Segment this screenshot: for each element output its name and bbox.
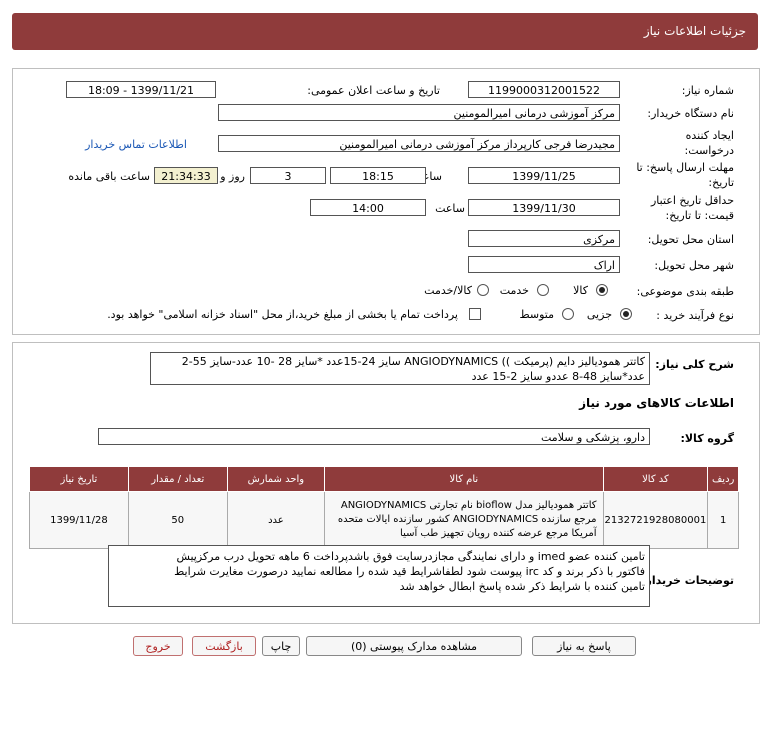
city-label: شهر محل تحویل: (654, 259, 734, 272)
price-date-field: 1399/11/30 (468, 199, 620, 216)
table-row[interactable]: 1 2132721928080001 کاتتر همودیالیز مدل b… (29, 491, 739, 549)
col-code: کد کالا (602, 466, 709, 492)
need-number-label: شماره نیاز: (681, 84, 734, 97)
price-valid-label: حداقل تاریخ اعتبار قیمت: تا تاریخ: (650, 194, 734, 222)
days-label: روز و (220, 170, 245, 183)
page-header: جزئیات اطلاعات نیاز (12, 13, 758, 50)
back-button[interactable]: بازگشت (192, 636, 256, 656)
remaining-time-field: 21:34:33 (154, 167, 218, 184)
buyer-notes-label: توضیحات خریدار: (641, 574, 734, 587)
days-field: 3 (250, 167, 326, 184)
cell-row: 1 (707, 491, 739, 549)
category-label: طبقه بندی موضوعی: (636, 285, 734, 298)
summary-label: شرح کلی نیاز: (655, 358, 734, 371)
reply-date-field: 1399/11/25 (468, 167, 620, 184)
price-time-label: ساعت (435, 202, 465, 215)
price-time-field: 14:00 (310, 199, 426, 216)
cell-name-line-1: کاتتر همودیالیز مدل bioflow نام تجارتی A… (340, 500, 597, 511)
buyer-notes-line-2: فاکتور با ذکر برند و کد irc پیوست شود لط… (174, 565, 645, 578)
cell-unit: عدد (226, 491, 326, 549)
goods-group-label: گروه کالا: (680, 432, 734, 445)
category-service-label: خدمت (499, 284, 529, 297)
col-name: نام کالا (324, 466, 604, 492)
city-field: اراک (468, 256, 620, 273)
reply-button[interactable]: پاسخ به نیاز (532, 636, 636, 656)
remaining-label: ساعت باقی مانده (68, 170, 150, 183)
contact-buyer-link[interactable]: اطلاعات تماس خریدار (85, 138, 187, 151)
buyer-org-label: نام دستگاه خریدار: (647, 107, 734, 120)
cell-code: 2132721928080001 (602, 491, 709, 549)
summary-field: کاتتر همودیالیز دایم (پرمیکت )) ANGIODYN… (150, 352, 650, 385)
items-table: ردیف کد کالا نام کالا واحد شمارش تعداد /… (29, 466, 739, 549)
print-button[interactable]: چاپ (262, 636, 300, 656)
buyer-notes-line-1: تامین کننده عضو imed و دارای نمایندگی مج… (176, 550, 645, 563)
announce-field: 1399/11/21 - 18:09 (66, 81, 216, 98)
category-goods-radio[interactable] (596, 284, 608, 296)
view-documents-button[interactable]: مشاهده مدارک پیوستی (0) (306, 636, 522, 656)
col-row: ردیف (707, 466, 739, 492)
province-field: مرکزی (468, 230, 620, 247)
col-qty: تعداد / مقدار (127, 466, 228, 492)
cell-name: کاتتر همودیالیز مدل bioflow نام تجارتی A… (324, 491, 604, 549)
cell-name-line-2: مرجع سازنده ANGIODYNAMICS کشور سازنده ای… (337, 514, 597, 525)
summary-line-2: عدد*سایز 48-8 عددو سایز 2-15 عدد (471, 370, 645, 383)
col-date: تاریخ نیاز (29, 466, 129, 492)
exit-button[interactable]: خروج (133, 636, 183, 656)
process-minor-label: جزیی (586, 308, 612, 321)
payment-note: پرداخت تمام یا بخشی از مبلغ خرید،از محل … (107, 308, 458, 321)
cell-date: 1399/11/28 (29, 491, 129, 549)
process-medium-label: متوسط (519, 308, 554, 321)
category-both-label: کالا/خدمت (424, 284, 472, 297)
buyer-notes-line-3: تامین کننده با شرایط ذکر شده پاسخ ابطال … (399, 580, 645, 593)
process-medium-radio[interactable] (562, 308, 574, 320)
buyer-notes-field: تامین کننده عضو imed و دارای نمایندگی مج… (108, 545, 650, 607)
reply-time-field: 18:15 (330, 167, 426, 184)
goods-info-title: اطلاعات کالاهای مورد نیاز (579, 396, 734, 410)
treasury-payment-checkbox[interactable] (469, 308, 481, 320)
page-title: جزئیات اطلاعات نیاز (643, 24, 746, 38)
process-minor-radio[interactable] (620, 308, 632, 320)
col-unit: واحد شمارش (226, 466, 326, 492)
announce-label: تاریخ و ساعت اعلان عمومی: (307, 84, 440, 97)
buyer-org-field: مرکز آموزشی درمانی امیرالمومنین (218, 104, 620, 121)
process-label: نوع فرآیند خرید : (656, 309, 734, 322)
table-header-row: ردیف کد کالا نام کالا واحد شمارش تعداد /… (29, 466, 739, 492)
creator-field: مجیدرضا فرجی کارپرداز مرکز آموزشی درمانی… (218, 135, 620, 152)
category-service-radio[interactable] (537, 284, 549, 296)
creator-label: ایجاد کننده درخواست: (684, 129, 734, 157)
reply-deadline-label: مهلت ارسال پاسخ: تا تاریخ: (636, 161, 734, 189)
category-goods-label: کالا (573, 284, 588, 297)
province-label: استان محل تحویل: (647, 233, 734, 246)
cell-name-line-3: آمریکا مرجع عرضه کننده رویان تجهیز طب آس… (400, 528, 597, 539)
need-number-field: 1199000312001522 (468, 81, 620, 98)
summary-line-1: کاتتر همودیالیز دایم (پرمیکت )) ANGIODYN… (181, 355, 645, 368)
cell-qty: 50 (127, 491, 228, 549)
goods-group-field: دارو، پزشکی و سلامت (98, 428, 650, 445)
category-both-radio[interactable] (477, 284, 489, 296)
